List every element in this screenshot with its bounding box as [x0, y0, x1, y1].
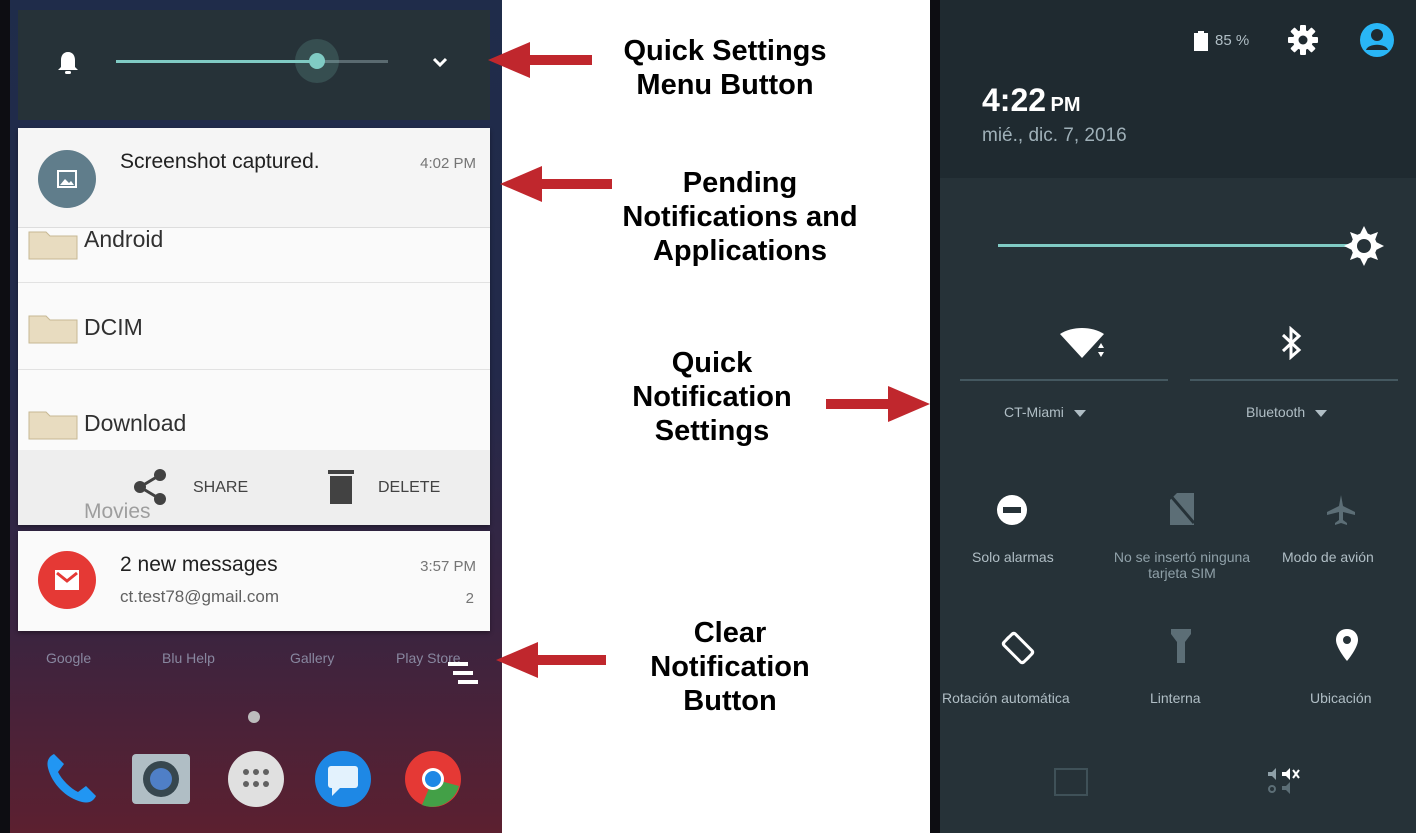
flashlight-label: Linterna — [1150, 690, 1201, 706]
screenshot-notification[interactable]: Screenshot captured. 4:02 PM Android DCI… — [18, 128, 490, 525]
annotation-line: Notifications and — [622, 201, 858, 233]
brightness-slider[interactable] — [116, 39, 388, 83]
mail-icon — [55, 570, 79, 590]
image-icon — [57, 170, 77, 188]
wifi-network-name: CT-Miami — [1004, 404, 1064, 420]
bluetooth-name: Bluetooth — [1246, 404, 1306, 420]
phone-icon[interactable] — [40, 748, 102, 810]
tile-divider — [960, 379, 1168, 381]
gmail-notification[interactable]: 2 new messages ct.test78@gmail.com 3:57 … — [18, 531, 490, 631]
annotation-quick-settings-menu: Quick Settings Menu Button — [580, 34, 870, 102]
folder-icon — [28, 315, 78, 344]
annotation-line: Notification — [650, 651, 810, 683]
app-drawer-icon[interactable] — [225, 748, 287, 810]
brightness-slider-fill — [116, 60, 318, 63]
left-phone-screen: Screenshot captured. 4:02 PM Android DCI… — [0, 0, 502, 833]
location-pin-icon[interactable] — [1335, 628, 1359, 662]
annotation-line: Pending — [682, 167, 798, 199]
battery-percentage: 85 % — [1215, 32, 1250, 49]
delete-button[interactable]: DELETE — [378, 479, 440, 497]
clock-ampm: PM — [1050, 94, 1081, 116]
camera-icon[interactable] — [130, 748, 192, 810]
do-not-disturb-icon[interactable] — [996, 494, 1028, 526]
airplane-mode-label: Modo de avión — [1282, 549, 1374, 565]
annotation-line: Settings — [654, 415, 770, 447]
folder-icon — [28, 411, 78, 440]
mail-time: 3:57 PM — [420, 558, 476, 575]
brightness-icon[interactable] — [1344, 226, 1384, 266]
sound-profile-icon[interactable] — [1266, 766, 1302, 796]
annotation-line: Quick Settings — [623, 35, 827, 67]
arrow-right-icon — [826, 386, 930, 422]
gear-icon[interactable] — [1288, 25, 1318, 55]
folder-label: Android — [84, 226, 164, 252]
arrow-left-icon — [500, 166, 612, 202]
wifi-tile-label[interactable]: CT-Miami — [1004, 404, 1086, 420]
mail-title: 2 new messages — [120, 553, 278, 576]
clear-all-icon[interactable] — [448, 660, 480, 688]
brightness-slider[interactable] — [998, 244, 1358, 247]
mail-count: 2 — [465, 590, 474, 607]
screen-edge — [930, 0, 940, 833]
gmail-avatar — [38, 551, 96, 609]
annotation-line: Clear — [693, 617, 767, 649]
share-button[interactable]: SHARE — [193, 479, 248, 497]
no-sim-label-line: No se insertó ninguna — [1113, 549, 1251, 565]
right-phone-screen: 85 % 4:22 PM mié., dic. 7, 2016 CT-Miami… — [930, 0, 1416, 833]
page-indicator — [248, 711, 260, 723]
dropdown-arrow-icon — [1315, 409, 1328, 417]
flashlight-icon[interactable] — [1170, 628, 1192, 664]
airplane-icon[interactable] — [1326, 494, 1356, 526]
data-saver-icon[interactable] — [1054, 768, 1088, 796]
notification-time: 4:02 PM — [420, 155, 476, 172]
annotation-line: Applications — [652, 235, 827, 267]
no-sim-label-line: tarjeta SIM — [1148, 565, 1216, 581]
wifi-icon[interactable] — [1058, 328, 1106, 362]
annotation-pending-notifications: Pending Notifications and Applications — [590, 166, 890, 268]
annotation-clear-notification: Clear Notification Button — [600, 616, 860, 718]
bell-icon[interactable] — [56, 50, 80, 76]
annotation-line: Button — [683, 685, 777, 717]
annotation-line: Quick — [671, 347, 753, 379]
folder-row-dcim: DCIM — [18, 284, 490, 370]
home-app-blu-help[interactable]: Blu Help — [162, 650, 215, 666]
folder-row-download: Download — [18, 370, 490, 450]
battery-icon — [1194, 31, 1208, 51]
arrow-left-icon — [488, 42, 592, 78]
clock: 4:22 PM — [982, 82, 1081, 119]
annotation-line: Notification — [632, 381, 792, 413]
date-label: mié., dic. 7, 2016 — [982, 125, 1127, 146]
no-sim-label: No se insertó ninguna tarjeta SIM — [1102, 549, 1262, 581]
folder-label: DCIM — [84, 314, 143, 340]
clock-time: 4:22 — [982, 82, 1047, 118]
home-app-gallery[interactable]: Gallery — [290, 650, 334, 666]
annotation-line: Menu Button — [636, 69, 814, 101]
folder-row-android: Android — [18, 208, 490, 283]
auto-rotate-label: Rotación automática — [942, 690, 1070, 706]
do-not-disturb-label: Solo alarmas — [972, 549, 1054, 565]
messages-icon[interactable] — [312, 748, 374, 810]
auto-rotate-icon[interactable] — [1000, 630, 1036, 666]
chevron-down-icon[interactable] — [430, 52, 450, 72]
folder-icon — [28, 231, 78, 260]
quick-settings-bar — [18, 10, 490, 120]
status-header: 85 % 4:22 PM mié., dic. 7, 2016 — [940, 0, 1416, 178]
folder-label: Download — [84, 410, 187, 436]
tile-divider — [1190, 379, 1398, 381]
screenshot-avatar — [38, 150, 96, 208]
no-sim-icon[interactable] — [1169, 492, 1195, 526]
home-app-google[interactable]: Google — [46, 650, 91, 666]
bluetooth-icon[interactable] — [1281, 326, 1303, 360]
bluetooth-tile-label[interactable]: Bluetooth — [1246, 404, 1328, 420]
mail-account: ct.test78@gmail.com — [120, 587, 279, 606]
screen-edge — [0, 0, 10, 833]
user-avatar-icon[interactable] — [1359, 22, 1395, 58]
arrow-left-icon — [496, 642, 606, 678]
dropdown-arrow-icon — [1073, 409, 1086, 417]
chrome-icon[interactable] — [402, 748, 464, 810]
folder-row-movies-peek: Movies — [84, 500, 151, 523]
notification-title: Screenshot captured. — [120, 150, 320, 173]
annotation-quick-notification-settings: Quick Notification Settings — [602, 346, 822, 448]
location-label: Ubicación — [1310, 690, 1372, 706]
